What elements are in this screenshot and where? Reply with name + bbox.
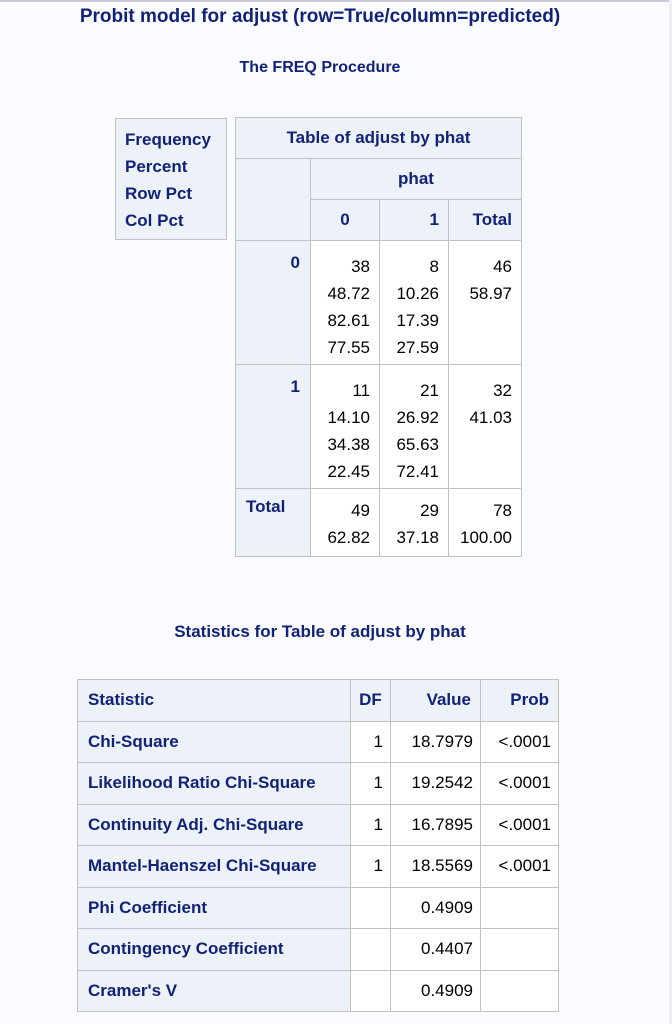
stat-df: [350, 928, 391, 971]
stat-prob: <.0001: [480, 845, 559, 888]
cell-0-0: 38 48.72 82.61 77.55: [310, 240, 380, 365]
stat-label: Cramer's V: [77, 969, 351, 1012]
corner-cell: [235, 158, 311, 241]
stat-prob: <.0001: [480, 720, 559, 763]
stat-value: 18.7979: [390, 720, 481, 763]
header-value: Value: [390, 679, 481, 722]
stats-title: Statistics for Table of adjust by phat: [174, 622, 466, 641]
stat-df: 1: [350, 803, 391, 846]
stat-df: [350, 969, 391, 1012]
stats-row: Mantel-Haenszel Chi-Square 1 18.5569 <.0…: [77, 845, 559, 888]
stats-row: Chi-Square 1 18.7979 <.0001: [77, 720, 559, 763]
col-header-0: 0: [310, 199, 380, 241]
stats-row: Continuity Adj. Chi-Square 1 16.7895 <.0…: [77, 803, 559, 846]
stat-label: Contingency Coefficient: [77, 928, 351, 971]
cell-1-0: 11 14.10 34.38 22.45: [310, 364, 380, 489]
cell-total-0: 49 62.82: [310, 488, 380, 557]
stat-value: 0.4909: [390, 969, 481, 1012]
row-header-total: Total: [235, 488, 311, 557]
procedure-title: The FREQ Procedure: [239, 59, 401, 76]
stat-prob: [480, 886, 559, 929]
cell-0-total: 46 58.97: [448, 240, 522, 365]
stats-row: Contingency Coefficient 0.4407: [77, 928, 559, 971]
row-header-1: 1: [235, 364, 311, 489]
stat-value: 18.5569: [390, 845, 481, 888]
stat-prob: [480, 969, 559, 1012]
crosstab-table: Table of adjust by phat phat 0 1 Total 0…: [235, 117, 522, 557]
stat-value: 0.4909: [390, 886, 481, 929]
col-header-total: Total: [448, 199, 522, 241]
header-df: DF: [350, 679, 391, 722]
stat-value: 19.2542: [390, 762, 481, 805]
stat-df: 1: [350, 720, 391, 763]
cell-contents-legend: Frequency Percent Row Pct Col Pct: [115, 118, 227, 240]
cell-0-1: 8 10.26 17.39 27.59: [379, 240, 449, 365]
stat-prob: <.0001: [480, 762, 559, 805]
col-var-header: phat: [310, 158, 522, 200]
stat-label: Mantel-Haenszel Chi-Square: [77, 845, 351, 888]
header-prob: Prob: [480, 679, 559, 722]
crosstab-title: Table of adjust by phat: [235, 117, 522, 159]
legend-percent: Percent: [125, 157, 188, 176]
top-border: [0, 0, 672, 2]
stat-prob: [480, 928, 559, 971]
stat-df: 1: [350, 845, 391, 888]
cell-total-total: 78 100.00: [448, 488, 522, 557]
stat-label: Continuity Adj. Chi-Square: [77, 803, 351, 846]
statistics-table: Statistic DF Value Prob Chi-Square 1 18.…: [77, 679, 559, 1012]
cell-total-1: 29 37.18: [379, 488, 449, 557]
stat-label: Phi Coefficient: [77, 886, 351, 929]
stat-value: 16.7895: [390, 803, 481, 846]
page-title: Probit model for adjust (row=True/column…: [79, 6, 561, 27]
stats-row: Phi Coefficient 0.4909: [77, 886, 559, 929]
stat-value: 0.4407: [390, 928, 481, 971]
header-statistic: Statistic: [77, 679, 351, 722]
stat-label: Likelihood Ratio Chi-Square: [77, 762, 351, 805]
stat-df: 1: [350, 762, 391, 805]
stat-df: [350, 886, 391, 929]
stat-label: Chi-Square: [77, 720, 351, 763]
cell-1-1: 21 26.92 65.63 72.41: [379, 364, 449, 489]
cell-1-total: 32 41.03: [448, 364, 522, 489]
col-header-1: 1: [379, 199, 449, 241]
stat-prob: <.0001: [480, 803, 559, 846]
row-header-0: 0: [235, 240, 311, 365]
stats-row: Cramer's V 0.4909: [77, 969, 559, 1012]
legend-col-pct: Col Pct: [125, 211, 184, 230]
legend-frequency: Frequency: [125, 130, 211, 149]
stats-row: Likelihood Ratio Chi-Square 1 19.2542 <.…: [77, 762, 559, 805]
legend-row-pct: Row Pct: [125, 184, 193, 203]
